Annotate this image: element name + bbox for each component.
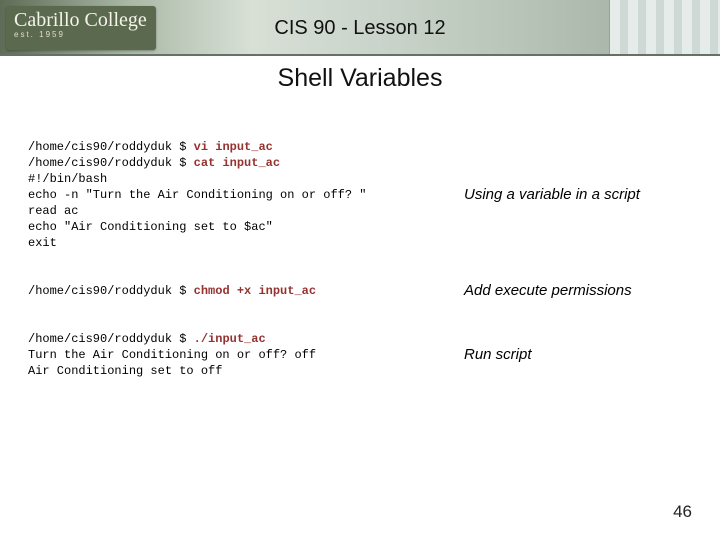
- block-3: /home/cis90/roddyduk $ ./input_ac Turn t…: [28, 331, 698, 379]
- block-2: /home/cis90/roddyduk $ chmod +x input_ac…: [28, 281, 698, 301]
- header-banner: Cabrillo College est. 1959 CIS 90 - Less…: [0, 0, 720, 56]
- note-1: Using a variable in a script: [458, 185, 698, 205]
- slide-content: /home/cis90/roddyduk $ vi input_ac /home…: [0, 93, 720, 379]
- block-1: /home/cis90/roddyduk $ vi input_ac /home…: [28, 139, 698, 251]
- note-2: Add execute permissions: [458, 281, 698, 301]
- college-logo: Cabrillo College est. 1959: [6, 6, 156, 50]
- logo-main-text: Cabrillo College: [14, 10, 148, 30]
- code-block-3: /home/cis90/roddyduk $ ./input_ac Turn t…: [28, 331, 458, 379]
- banner-divider: [0, 54, 720, 56]
- code-block-2: /home/cis90/roddyduk $ chmod +x input_ac: [28, 283, 458, 299]
- section-title: Shell Variables: [0, 64, 720, 93]
- logo-sub-text: est. 1959: [14, 30, 148, 39]
- code-block-1: /home/cis90/roddyduk $ vi input_ac /home…: [28, 139, 458, 251]
- note-3: Run script: [458, 345, 698, 365]
- banner-columns-decoration: [609, 0, 720, 56]
- page-number: 46: [673, 502, 692, 522]
